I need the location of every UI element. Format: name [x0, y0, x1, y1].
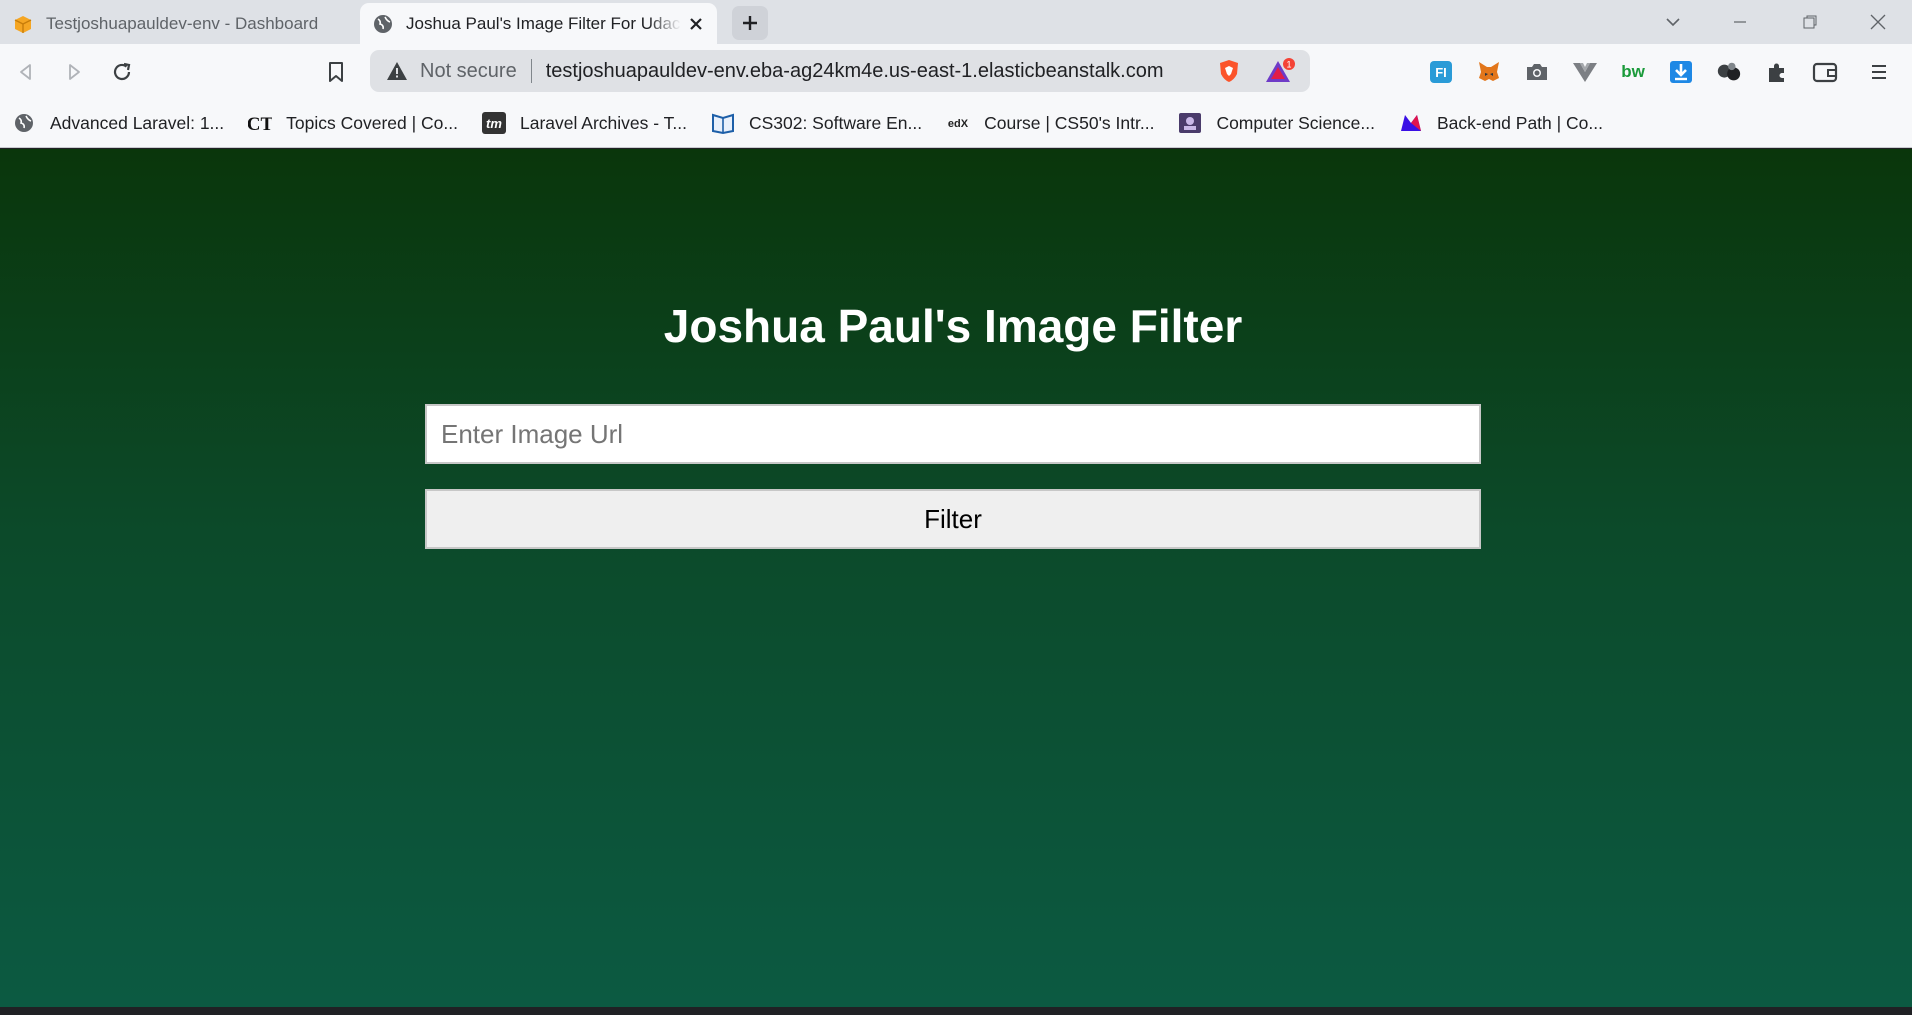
tab-search-button[interactable] — [1643, 0, 1703, 44]
bookmarks-bar: Advanced Laravel: 1... CT Topics Covered… — [0, 99, 1912, 148]
address-bar[interactable]: Not secure testjoshuapauldev-env.eba-ag2… — [370, 50, 1310, 92]
svg-text:edX: edX — [948, 118, 969, 130]
restore-icon — [1803, 15, 1817, 29]
codecademy-logo-icon — [1399, 111, 1423, 135]
tab-image-filter[interactable]: Joshua Paul's Image Filter For Udacity — [360, 3, 717, 44]
bookmark-cs50[interactable]: edX Course | CS50's Intr... — [934, 105, 1164, 141]
restore-button[interactable] — [1780, 0, 1840, 44]
menu-icon[interactable] — [1866, 59, 1892, 85]
plus-icon — [743, 16, 757, 30]
tab-strip: Testjoshuapauldev-env - Dashboard Joshua… — [0, 0, 1912, 44]
bookmark-icon — [329, 62, 343, 82]
bottom-edge — [0, 1007, 1912, 1015]
wallet-icon[interactable] — [1812, 59, 1838, 85]
ossu-logo-icon — [1178, 111, 1202, 135]
bookmark-label: Back-end Path | Co... — [1436, 112, 1604, 133]
bookmark-label: Laravel Archives - T... — [519, 112, 687, 133]
browser-toolbar: Not secure testjoshuapauldev-env.eba-ag2… — [0, 44, 1912, 99]
ct-logo-icon: CT — [248, 111, 272, 135]
bookmark-backend-path[interactable]: Back-end Path | Co... — [1387, 105, 1613, 141]
security-status[interactable]: Not secure — [420, 60, 517, 83]
brave-rewards-icon: 1 — [1266, 58, 1295, 82]
omnibox-divider — [530, 59, 532, 83]
minimize-icon — [1734, 21, 1746, 23]
image-url-input[interactable] — [425, 404, 1481, 464]
new-tab-button[interactable] — [732, 6, 768, 40]
brave-shield-icon[interactable] — [1216, 58, 1242, 84]
edx-logo-icon: edX — [946, 111, 970, 135]
forward-arrow-icon — [69, 64, 80, 80]
back-button[interactable] — [8, 54, 44, 90]
tab-title: Testjoshuapauldev-env - Dashboard — [46, 13, 319, 33]
close-tab-icon[interactable] — [681, 9, 711, 39]
globe-icon — [12, 111, 36, 135]
aws-box-icon — [14, 15, 32, 33]
fi-extension-icon[interactable]: FI — [1428, 59, 1454, 85]
close-icon — [1870, 14, 1886, 30]
back-arrow-icon — [20, 64, 31, 80]
page-content: Joshua Paul's Image Filter Filter — [0, 149, 1912, 1007]
globe-icon — [374, 14, 392, 33]
bookmark-label: Topics Covered | Co... — [286, 112, 458, 133]
saylor-logo-icon — [711, 111, 735, 135]
reload-button[interactable] — [104, 54, 140, 90]
download-icon[interactable] — [1668, 59, 1694, 85]
chevron-down-icon — [1666, 18, 1680, 27]
svg-text:CT: CT — [248, 114, 272, 135]
warning-icon — [387, 62, 407, 80]
filter-button[interactable]: Filter — [425, 489, 1481, 549]
tm-logo-icon: tm — [481, 111, 506, 135]
bookmark-page-button[interactable] — [318, 54, 354, 90]
bookmark-advanced-laravel[interactable]: Advanced Laravel: 1... — [0, 105, 234, 141]
tab-aws-dashboard[interactable]: Testjoshuapauldev-env - Dashboard — [0, 3, 356, 44]
puzzle-extensions-icon[interactable] — [1764, 59, 1790, 85]
vue-devtools-icon[interactable] — [1572, 59, 1598, 85]
minimize-button[interactable] — [1710, 0, 1770, 44]
page-title: Joshua Paul's Image Filter — [663, 300, 1243, 352]
svg-text:tm: tm — [486, 116, 502, 131]
metamask-fox-icon[interactable] — [1476, 59, 1502, 85]
bookmark-label: Computer Science... — [1216, 112, 1375, 133]
bookmark-label: CS302: Software En... — [748, 112, 923, 133]
camera-icon[interactable] — [1524, 59, 1550, 85]
url-text[interactable]: testjoshuapauldev-env.eba-ag24km4e.us-ea… — [546, 60, 1164, 83]
close-window-button[interactable] — [1848, 0, 1908, 44]
brave-rewards-button[interactable]: 1 — [1266, 58, 1296, 86]
bookmark-computer-science[interactable]: Computer Science... — [1166, 105, 1385, 141]
forward-button[interactable] — [56, 54, 92, 90]
rewards-badge: 1 — [1286, 60, 1291, 70]
bookmark-topics-covered[interactable]: CT Topics Covered | Co... — [236, 105, 468, 141]
bookmark-label: Course | CS50's Intr... — [984, 112, 1155, 133]
svg-text:FI: FI — [1435, 65, 1447, 80]
bookmark-label: Advanced Laravel: 1... — [50, 112, 225, 133]
tab-title: Joshua Paul's Image Filter For Udacity — [406, 13, 681, 33]
bookmark-laravel-archives[interactable]: tm Laravel Archives - T... — [470, 105, 697, 141]
balls-extension-icon[interactable] — [1716, 59, 1742, 85]
bw-extension-icon[interactable]: bw — [1620, 59, 1646, 85]
reload-icon — [113, 62, 131, 81]
bookmark-cs302[interactable]: CS302: Software En... — [699, 105, 932, 141]
